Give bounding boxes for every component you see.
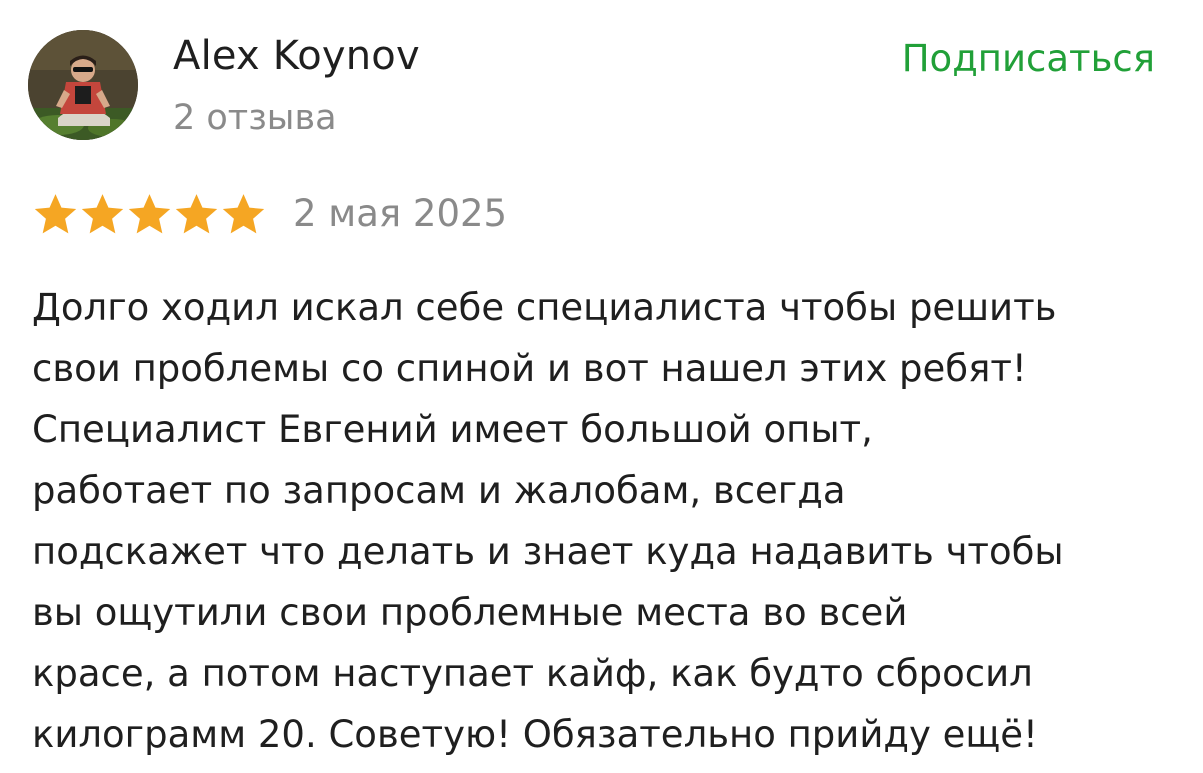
rating-row: 2 мая 2025 [32,190,507,238]
review-text-line: работает по запросам и жалобам, всегда [32,469,846,512]
star-icon [128,194,171,234]
star-icon [222,194,265,234]
author-avatar[interactable] [28,30,138,140]
review-text-line: Долго ходил искал себе специалиста чтобы… [32,286,1057,329]
review-card: Alex Koynov 2 отзыва Подписаться 2 мая 2… [0,0,1203,773]
review-text-line: вы ощутили свои проблемные места во всей [32,591,908,634]
subscribe-button[interactable]: Подписаться [902,34,1155,84]
author-reviews-count: 2 отзыва [173,98,337,138]
rating-stars [32,191,267,237]
review-text: Долго ходил искал себе специалиста чтобы… [32,277,1182,765]
review-text-line: Специалист Евгений имеет большой опыт, [32,408,873,451]
star-icon [175,194,218,234]
review-text-line: подскажет что делать и знает куда надави… [32,530,1064,573]
review-text-line: свои проблемы со спиной и вот нашел этих… [32,347,1027,390]
review-text-line: килограмм 20. Советую! Обязательно прийд… [32,713,1038,756]
star-icon [81,194,124,234]
avatar-photo-icon [28,30,138,140]
star-icon [34,194,77,234]
review-text-line: красе, а потом наступает кайф, как будто… [32,652,1033,695]
author-name[interactable]: Alex Koynov [173,30,420,82]
review-date: 2 мая 2025 [293,192,508,235]
